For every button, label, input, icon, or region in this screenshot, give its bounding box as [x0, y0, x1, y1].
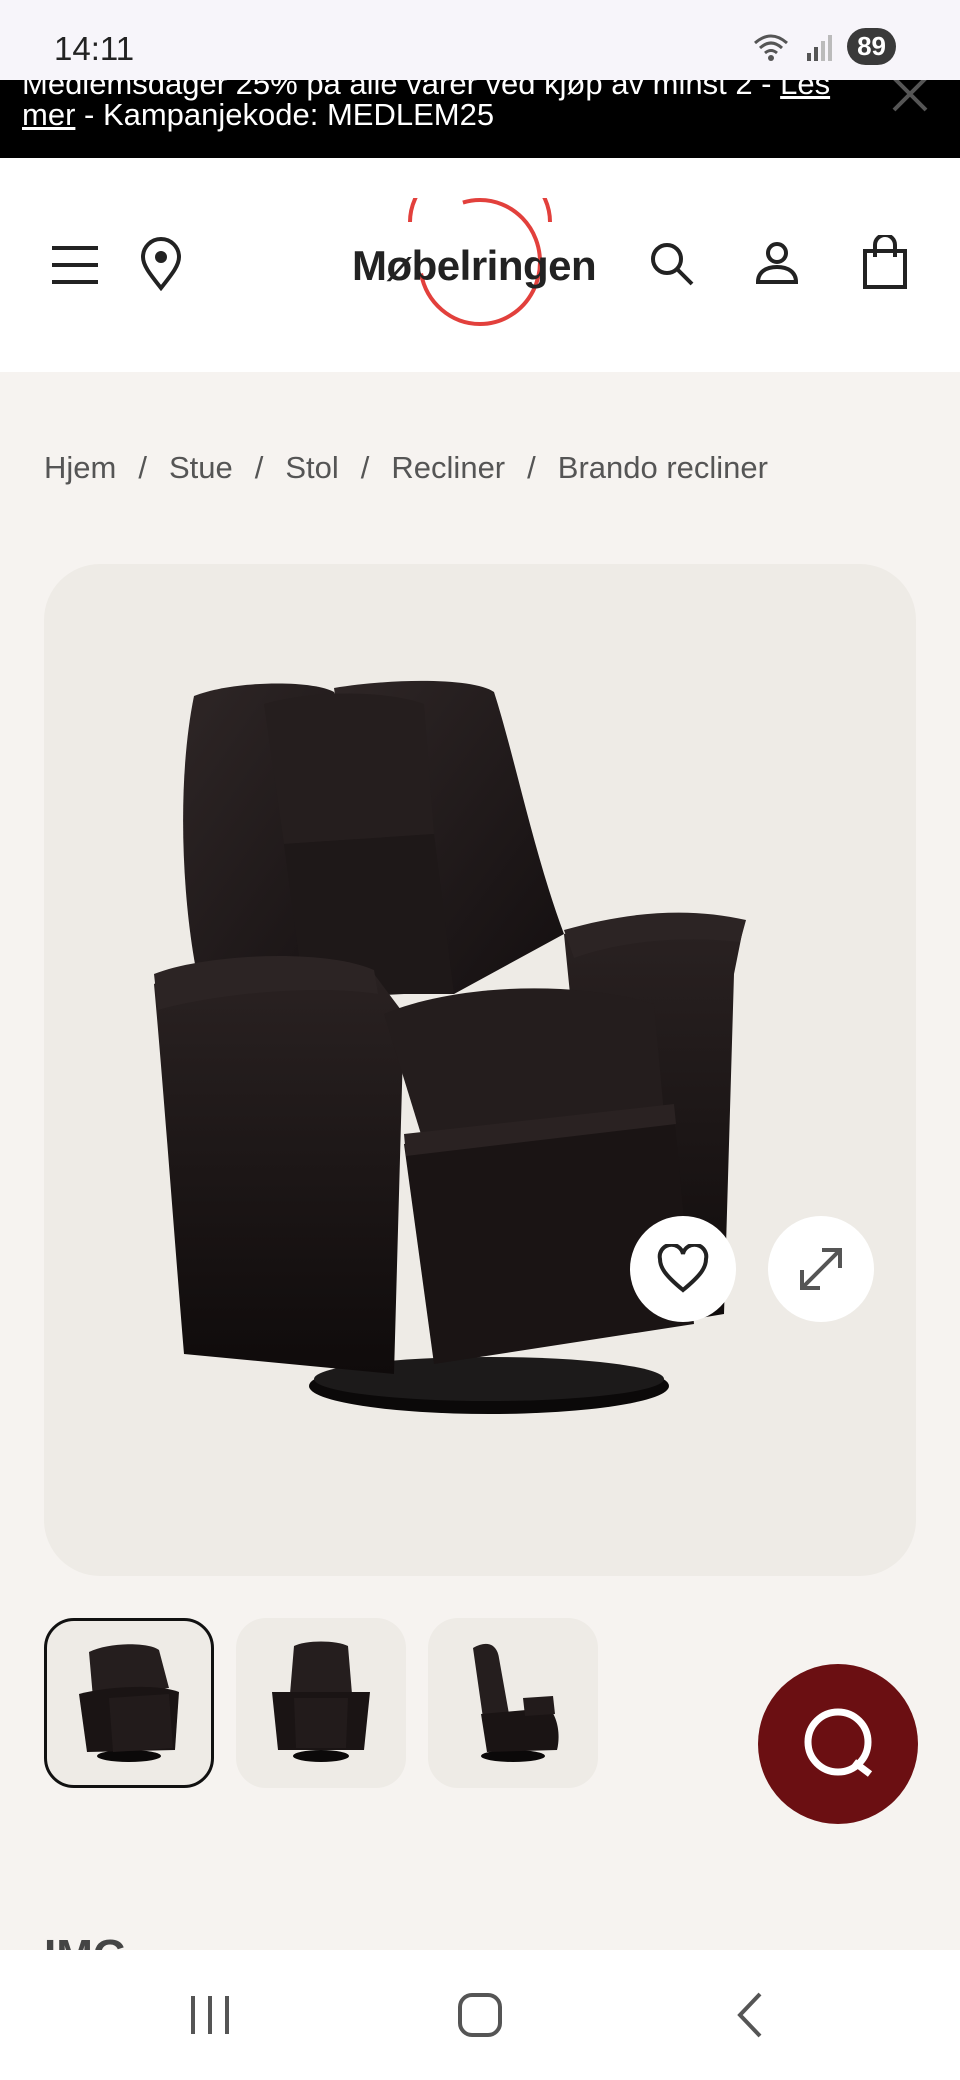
signal-icon — [807, 34, 833, 61]
product-brand-heading: IMG — [44, 1926, 127, 1952]
thumbnail-strip — [44, 1618, 598, 1788]
wifi-icon — [754, 34, 789, 61]
home-icon — [458, 1993, 502, 2037]
recent-apps-button[interactable] — [170, 1980, 250, 2050]
thumbnail-image — [473, 1643, 559, 1762]
thumbnail-2[interactable] — [236, 1618, 406, 1788]
favorite-button[interactable] — [630, 1216, 736, 1322]
product-image — [154, 680, 746, 1414]
breadcrumb-item-recliner[interactable]: Recliner — [391, 450, 505, 486]
thumbnail-3[interactable] — [428, 1618, 598, 1788]
breadcrumb-item-chair[interactable]: Stol — [285, 450, 338, 486]
brand-logo[interactable]: Møbelringen — [340, 198, 620, 328]
breadcrumb-separator: / — [138, 450, 147, 485]
chat-button[interactable] — [758, 1664, 918, 1824]
breadcrumb-item-current: Brando recliner — [557, 450, 768, 485]
status-time: 14:11 — [54, 30, 135, 67]
product-image-frame[interactable] — [44, 564, 916, 1576]
thumbnail-image — [79, 1644, 179, 1762]
close-icon[interactable] — [890, 80, 930, 114]
user-icon[interactable] — [752, 238, 802, 288]
recent-apps-icon — [191, 1996, 229, 2034]
back-button[interactable] — [710, 1980, 790, 2050]
breadcrumb: Hjem / Stue / Stol / Recliner / Brando r… — [44, 450, 768, 486]
logo-text: Møbelringen — [352, 242, 597, 289]
location-pin-icon[interactable] — [136, 236, 186, 292]
search-icon[interactable] — [646, 238, 698, 290]
back-icon — [737, 1992, 762, 2038]
promo-read-more-link-cont[interactable]: mer — [22, 97, 75, 132]
expand-icon — [800, 1248, 842, 1290]
promo-code-text: - Kampanjekode: MEDLEM25 — [75, 97, 495, 132]
status-bar: 14:11 89 — [0, 0, 960, 80]
shopping-bag-icon[interactable] — [860, 234, 910, 290]
system-nav-bar — [0, 1950, 960, 2080]
breadcrumb-separator: / — [360, 450, 370, 485]
status-icons: 89 — [751, 28, 896, 65]
menu-icon[interactable] — [48, 238, 102, 292]
promo-read-more-link[interactable]: Les — [780, 80, 830, 101]
promo-banner: Medlemsdager 25% på alle varer ved kjøp … — [0, 80, 960, 158]
breadcrumb-item-living-room[interactable]: Stue — [169, 450, 233, 486]
battery-indicator: 89 — [847, 28, 896, 65]
thumbnail-1[interactable] — [44, 1618, 214, 1788]
breadcrumb-separator: / — [254, 450, 264, 485]
thumbnail-image — [272, 1641, 370, 1762]
breadcrumb-separator: / — [527, 450, 536, 485]
heart-icon — [657, 1244, 709, 1293]
breadcrumb-item-home[interactable]: Hjem — [44, 450, 116, 486]
chat-bubble-icon — [804, 1708, 873, 1777]
home-button[interactable] — [440, 1980, 520, 2050]
expand-image-button[interactable] — [768, 1216, 874, 1322]
site-header: Møbelringen — [0, 158, 960, 372]
promo-line-2: mer - Kampanjekode: MEDLEM25 — [22, 97, 494, 133]
